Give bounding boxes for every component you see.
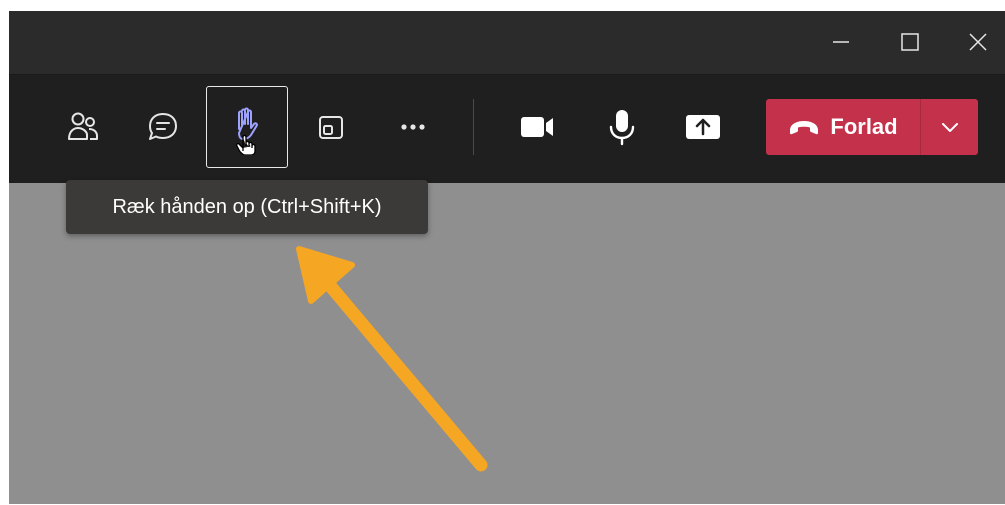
- teams-meeting-window: Forlad Ræk hånden op (Ctrl+Shift+K): [9, 11, 1005, 504]
- annotation-arrow-icon: [296, 246, 488, 472]
